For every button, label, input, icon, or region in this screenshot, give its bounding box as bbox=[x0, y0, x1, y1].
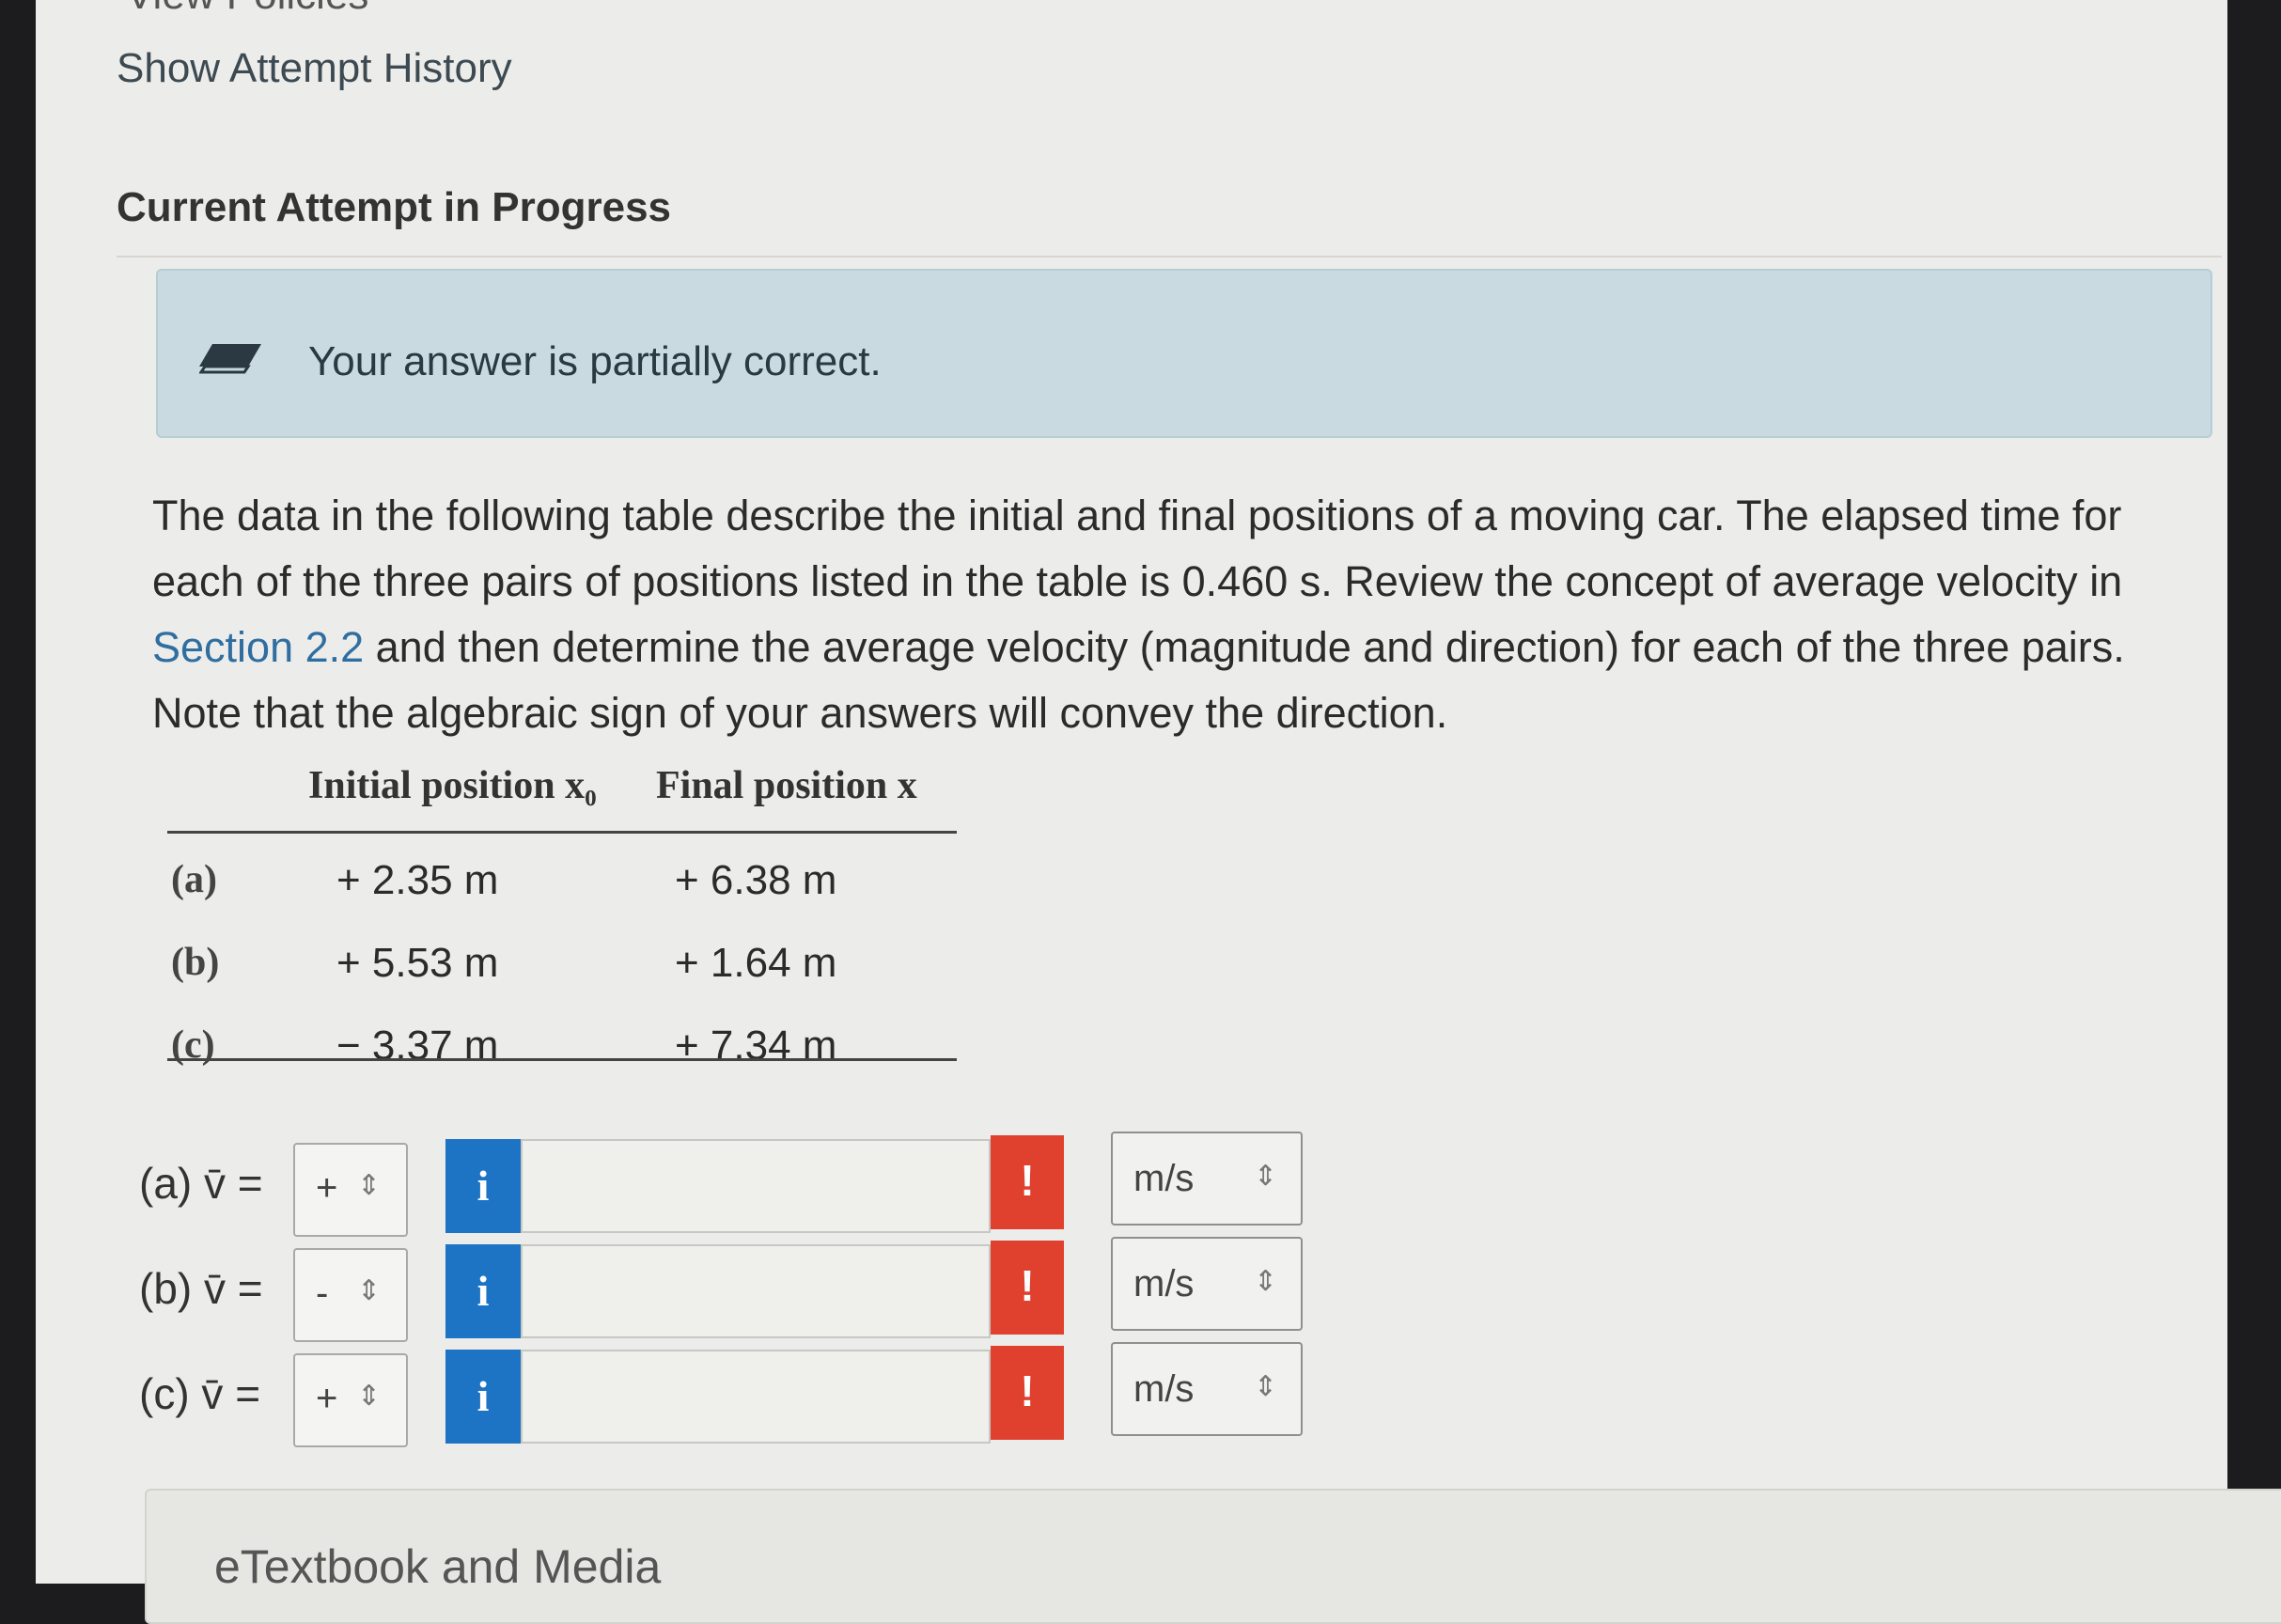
table-bottom-rule bbox=[167, 1058, 957, 1061]
problem-text-2: and then determine the average velocity … bbox=[152, 623, 2125, 737]
initial-position: − 3.37 m bbox=[336, 1023, 499, 1069]
initial-position: + 5.53 m bbox=[336, 940, 499, 986]
final-position: + 1.64 m bbox=[675, 940, 837, 986]
table-row: (a) + 2.35 m + 6.38 m bbox=[167, 857, 957, 932]
answer-label-c: (c) v̄ = bbox=[139, 1369, 261, 1418]
sign-select-b[interactable]: - ⇕ bbox=[293, 1248, 408, 1342]
error-indicator-a[interactable]: ! bbox=[991, 1135, 1064, 1229]
assignment-screen: View Policies Show Attempt History Curre… bbox=[36, 0, 2281, 1624]
view-policies-link[interactable]: View Policies bbox=[126, 0, 368, 19]
info-button-c[interactable]: i bbox=[445, 1350, 521, 1444]
final-position: + 6.38 m bbox=[675, 857, 837, 903]
problem-statement: The data in the following table describe… bbox=[152, 483, 2173, 746]
pencil-icon bbox=[199, 344, 261, 374]
updown-chevron-icon: ⇕ bbox=[357, 1275, 382, 1306]
section-link[interactable]: Section 2.2 bbox=[152, 623, 364, 671]
unit-select-c[interactable]: m/s ⇕ bbox=[1111, 1342, 1303, 1436]
unit-value: m/s bbox=[1133, 1263, 1195, 1304]
unit-value: m/s bbox=[1133, 1368, 1195, 1410]
answer-row-a: (a) v̄ = + ⇕ i ! m/s ⇕ bbox=[139, 1132, 1323, 1237]
final-position: + 7.34 m bbox=[675, 1023, 837, 1069]
velocity-input-b[interactable] bbox=[521, 1244, 991, 1338]
updown-chevron-icon: ⇕ bbox=[1254, 1371, 1278, 1402]
problem-text-1: The data in the following table describe… bbox=[152, 492, 2123, 605]
sign-select-c[interactable]: + ⇕ bbox=[293, 1353, 408, 1447]
media-panel-title: eTextbook and Media bbox=[214, 1540, 662, 1593]
header-final-position: Final position x bbox=[656, 764, 917, 807]
info-button-b[interactable]: i bbox=[445, 1244, 521, 1338]
etextbook-media-panel[interactable]: eTextbook and Media bbox=[145, 1489, 2281, 1624]
feedback-banner: Your answer is partially correct. bbox=[156, 269, 2212, 438]
sign-value: - bbox=[316, 1273, 329, 1314]
velocity-input-c[interactable] bbox=[521, 1350, 991, 1444]
feedback-message: Your answer is partially correct. bbox=[308, 338, 882, 384]
unit-value: m/s bbox=[1133, 1158, 1195, 1199]
answer-row-b: (b) v̄ = - ⇕ i ! m/s ⇕ bbox=[139, 1237, 1323, 1342]
show-attempt-history-link[interactable]: Show Attempt History bbox=[117, 45, 512, 92]
unit-select-a[interactable]: m/s ⇕ bbox=[1111, 1132, 1303, 1226]
updown-chevron-icon: ⇕ bbox=[357, 1170, 382, 1201]
velocity-input-a[interactable] bbox=[521, 1139, 991, 1233]
answer-row-c: (c) v̄ = + ⇕ i ! m/s ⇕ bbox=[139, 1342, 1323, 1447]
answer-label-b: (b) v̄ = bbox=[139, 1264, 263, 1313]
section-title: Current Attempt in Progress bbox=[117, 184, 672, 230]
table-row: (b) + 5.53 m + 1.64 m bbox=[167, 940, 957, 1015]
sign-value: + bbox=[316, 1378, 338, 1419]
info-button-a[interactable]: i bbox=[445, 1139, 521, 1233]
updown-chevron-icon: ⇕ bbox=[357, 1381, 382, 1412]
error-indicator-c[interactable]: ! bbox=[991, 1346, 1064, 1440]
header-initial-position: Initial position x₀ bbox=[308, 764, 597, 807]
row-label: (b) bbox=[171, 941, 220, 984]
updown-chevron-icon: ⇕ bbox=[1254, 1161, 1278, 1192]
initial-position: + 2.35 m bbox=[336, 857, 499, 903]
error-indicator-b[interactable]: ! bbox=[991, 1241, 1064, 1335]
unit-select-b[interactable]: m/s ⇕ bbox=[1111, 1237, 1303, 1331]
sign-select-a[interactable]: + ⇕ bbox=[293, 1143, 408, 1237]
row-label: (a) bbox=[171, 858, 217, 901]
divider bbox=[117, 256, 2222, 258]
sign-value: + bbox=[316, 1167, 338, 1209]
updown-chevron-icon: ⇕ bbox=[1254, 1266, 1278, 1297]
table-top-rule bbox=[167, 831, 957, 834]
answer-label-a: (a) v̄ = bbox=[139, 1159, 263, 1208]
